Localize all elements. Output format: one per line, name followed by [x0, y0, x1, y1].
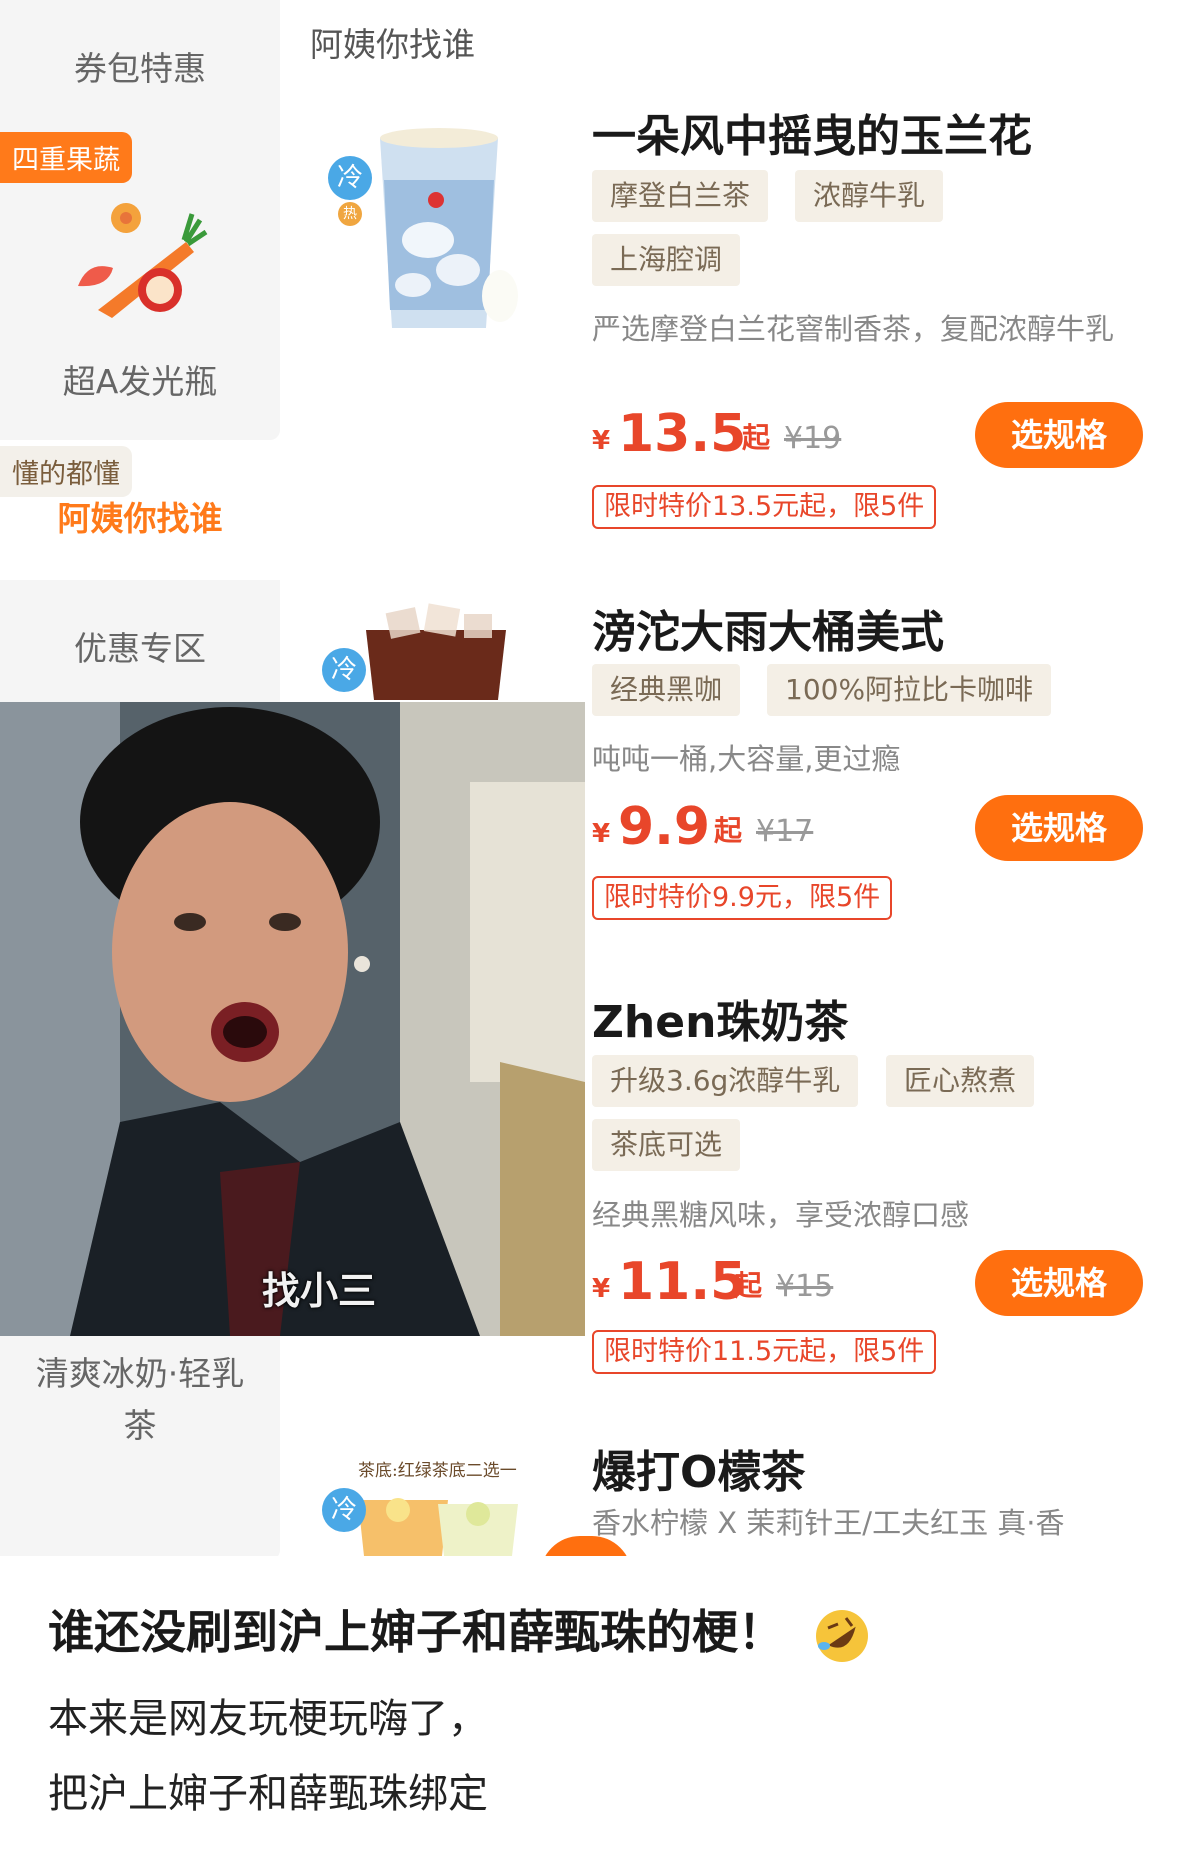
product-name[interactable]: 一朵风中摇曳的玉兰花	[592, 100, 1032, 164]
product-name[interactable]: Zhen珠奶茶	[592, 986, 848, 1050]
meme-image: 找小三	[0, 702, 585, 1336]
currency-symbol: ¥	[592, 819, 611, 849]
price-from-label: 起	[742, 421, 771, 454]
current-price: 13.5	[618, 404, 747, 464]
price-row: ¥ 9.9 起 ¥17	[592, 795, 952, 855]
current-price: 11.5	[618, 1252, 747, 1312]
post-line: 本来是网友玩梗玩嗨了，	[48, 1696, 488, 1742]
price-from-label: 起	[714, 814, 743, 847]
product-name[interactable]: 滂沱大雨大桶美式	[592, 596, 944, 660]
price-row: ¥ 13.5 起 ¥19	[592, 402, 952, 462]
sidebar-item-coupon-deals[interactable]: 券包特惠	[0, 42, 280, 90]
meme-caption: 找小三	[262, 1269, 377, 1313]
promo-label: 限时特价9.9元，限5件	[592, 876, 893, 920]
sidebar-item-super-a-bottle[interactable]: 超A发光瓶	[0, 355, 280, 403]
original-price: ¥17	[756, 814, 814, 849]
post-title: 谁还没刷到沪上婶子和薛甄珠的梗！	[48, 1596, 872, 1666]
cold-badge-icon: 冷	[322, 648, 366, 692]
current-price: 9.9	[618, 797, 711, 857]
fruit-veg-icon	[78, 203, 208, 318]
product-tag: 升级3.6g浓醇牛乳	[592, 1055, 859, 1107]
select-spec-button[interactable]: 选规格	[975, 1250, 1143, 1316]
meme-woman-photo	[0, 702, 585, 1336]
post-title-text: 谁还没刷到沪上婶子和薛甄珠的梗！	[48, 1605, 784, 1659]
original-price: ¥15	[776, 1269, 834, 1304]
product-description: 香水柠檬 X 茉莉针王/工夫红玉 真·香	[592, 1506, 1065, 1540]
product-description: 严选摩登白兰花窨制香茶，复配浓醇牛乳	[592, 312, 1115, 346]
product-tag: 经典黑咖	[592, 664, 741, 716]
sidebar-item-auntie-who[interactable]: 阿姨你找谁	[0, 492, 280, 540]
price-row: ¥ 11.5 起 ¥15	[592, 1250, 952, 1310]
product-tag: 浓醇牛乳	[795, 170, 944, 222]
product-tag: 匠心熬煮	[886, 1055, 1035, 1107]
sidebar-badge-fruit-veg: 四重果蔬	[0, 132, 132, 183]
sidebar-badge-insider: 懂的都懂	[0, 446, 132, 497]
magnolia-cup-image	[380, 128, 518, 328]
post-line: 把沪上婶子和薛甄珠绑定	[48, 1771, 488, 1817]
sidebar-item-iced-milk-tea[interactable]: 清爽冰奶·轻乳茶	[0, 1348, 280, 1452]
product-image-magnolia[interactable]	[318, 120, 540, 350]
rolling-on-floor-laughing-emoji-icon	[816, 1609, 869, 1662]
post-body: 谁还没刷到沪上婶子和薛甄珠的梗！ 本来是网友玩梗玩嗨了， 把沪上婶子和薛甄珠绑定	[0, 1556, 1179, 1861]
sidebar-item-discount-zone[interactable]: 优惠专区	[0, 622, 280, 670]
cold-badge-icon: 冷	[322, 1488, 366, 1532]
currency-symbol: ¥	[592, 426, 611, 456]
product-name[interactable]: 爆打O檬茶	[592, 1436, 805, 1500]
currency-symbol: ¥	[592, 1274, 611, 1304]
promo-label: 限时特价11.5元起，限5件	[592, 1330, 937, 1374]
cold-badge-icon: 冷	[328, 156, 372, 200]
hot-badge-icon: 热	[338, 202, 362, 226]
product-tag: 100%阿拉比卡咖啡	[767, 664, 1052, 716]
product-tag: 摩登白兰茶	[592, 170, 769, 222]
section-title: 阿姨你找谁	[310, 25, 475, 64]
product-description: 吨吨一桶,大容量,更过瘾	[592, 742, 901, 776]
product-tag: 茶底可选	[592, 1119, 741, 1171]
promo-label: 限时特价13.5元起，限5件	[592, 485, 937, 529]
product-image-caption: 茶底:红绿茶底二选一	[358, 1461, 517, 1481]
select-spec-button[interactable]: 选规格	[975, 402, 1143, 468]
original-price: ¥19	[784, 421, 842, 456]
select-spec-button[interactable]: 选规格	[975, 795, 1143, 861]
product-description: 经典黑糖风味，享受浓醇口感	[592, 1198, 970, 1232]
price-from-label: 起	[734, 1269, 763, 1302]
product-tag: 上海腔调	[592, 234, 741, 286]
